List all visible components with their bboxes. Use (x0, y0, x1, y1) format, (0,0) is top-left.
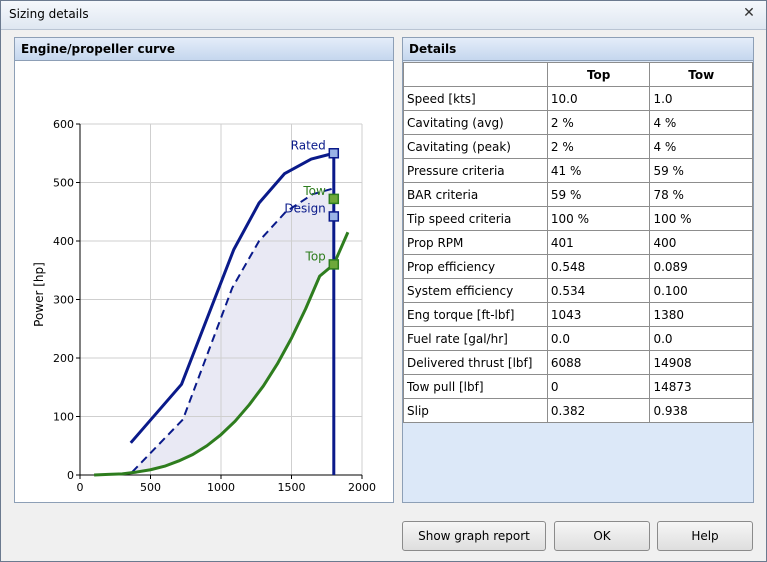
row-tow-value: 400 (649, 230, 753, 255)
row-parameter-name: Delivered thrust [lbf] (403, 350, 548, 375)
row-parameter-name: Speed [kts] (403, 86, 548, 111)
row-parameter-name: Prop RPM (403, 230, 548, 255)
row-tow-value: 4 % (649, 134, 753, 159)
chart-panel: Engine/propeller curve 0 500 1000 1500 2000 0… (14, 37, 394, 503)
row-parameter-name: Cavitating (peak) (403, 134, 548, 159)
row-tow-value: 1.0 (649, 86, 753, 111)
details-table: Top Tow Speed [kts] 10.0 1.0 Cavitating (av… (403, 62, 753, 423)
marker-tow (328, 193, 340, 205)
row-top-value: 1043 (546, 302, 651, 327)
column-header-tow: Tow (649, 62, 753, 87)
table-row: BAR criteria 59 % 78 % (403, 182, 753, 207)
column-header-top: Top (546, 62, 651, 87)
row-tow-value: 14908 (649, 350, 753, 375)
ok-button[interactable]: OK (554, 521, 650, 551)
marker-rated (328, 148, 340, 159)
title-bar: Sizing details ✕ (1, 1, 766, 30)
marker-label: Rated (291, 138, 326, 152)
row-parameter-name: Cavitating (avg) (403, 110, 548, 135)
row-tow-value: 0.0 (649, 326, 753, 351)
row-top-value: 41 % (546, 158, 651, 183)
sizing-details-window: Sizing details ✕ Engine/propeller curve … (0, 0, 767, 562)
row-parameter-name: Pressure criteria (403, 158, 548, 183)
row-top-value: 6088 (546, 350, 651, 375)
row-top-value: 59 % (546, 182, 651, 207)
row-top-value: 2 % (546, 134, 651, 159)
table-row: Delivered thrust [lbf] 6088 14908 (403, 350, 753, 375)
x-tick-label: 2000 (348, 481, 376, 494)
row-top-value: 10.0 (546, 86, 651, 111)
table-row: Eng torque [ft-lbf] 1043 1380 (403, 302, 753, 327)
table-row: Slip 0.382 0.938 (403, 398, 753, 423)
x-tick-label: 0 (77, 481, 84, 494)
row-tow-value: 0.100 (649, 278, 753, 303)
row-top-value: 0.0 (546, 326, 651, 351)
table-row: Tip speed criteria 100 % 100 % (403, 206, 753, 231)
details-panel-title: Details (403, 38, 753, 61)
y-tick-label: 0 (67, 469, 74, 482)
row-parameter-name: Slip (403, 398, 548, 423)
marker-top (328, 259, 340, 270)
row-tow-value: 59 % (649, 158, 753, 183)
show-graph-report-button[interactable]: Show graph report (402, 521, 546, 551)
y-tick-label: 400 (53, 235, 74, 248)
row-tow-value: 0.938 (649, 398, 753, 423)
row-tow-value: 78 % (649, 182, 753, 207)
table-header-row: Top Tow (403, 62, 753, 87)
row-tow-value: 0.089 (649, 254, 753, 279)
table-row: Pressure criteria 41 % 59 % (403, 158, 753, 183)
row-parameter-name: Tip speed criteria (403, 206, 548, 231)
marker-label: Design (284, 201, 325, 215)
row-tow-value: 4 % (649, 110, 753, 135)
close-icon[interactable]: ✕ (740, 4, 758, 22)
marker-label: Tow (302, 184, 326, 198)
column-header-parameter (403, 62, 548, 87)
row-tow-value: 100 % (649, 206, 753, 231)
row-top-value: 0.382 (546, 398, 651, 423)
row-top-value: 2 % (546, 110, 651, 135)
x-tick-label: 1000 (207, 481, 235, 494)
row-top-value: 0.534 (546, 278, 651, 303)
row-parameter-name: Tow pull [lbf] (403, 374, 548, 399)
table-row: Cavitating (avg) 2 % 4 % (403, 110, 753, 135)
help-button[interactable]: Help (657, 521, 753, 551)
marker-design (328, 211, 340, 222)
table-row: Speed [kts] 10.0 1.0 (403, 86, 753, 111)
row-parameter-name: BAR criteria (403, 182, 548, 207)
row-parameter-name: Fuel rate [gal/hr] (403, 326, 548, 351)
table-row: Cavitating (peak) 2 % 4 % (403, 134, 753, 159)
table-row: Prop efficiency 0.548 0.089 (403, 254, 753, 279)
marker-label: Top (305, 249, 326, 263)
x-tick-label: 1500 (278, 481, 306, 494)
row-top-value: 401 (546, 230, 651, 255)
row-top-value: 100 % (546, 206, 651, 231)
x-tick-label: 500 (140, 481, 161, 494)
row-tow-value: 1380 (649, 302, 753, 327)
chart-panel-title: Engine/propeller curve (15, 38, 393, 61)
y-tick-label: 100 (53, 411, 74, 424)
table-row: System efficiency 0.534 0.100 (403, 278, 753, 303)
table-row: Prop RPM 401 400 (403, 230, 753, 255)
row-parameter-name: System efficiency (403, 278, 548, 303)
y-tick-label: 200 (53, 352, 74, 365)
y-tick-label: 600 (53, 118, 74, 131)
y-tick-label: 500 (53, 177, 74, 190)
y-tick-label: 300 (53, 294, 74, 307)
row-tow-value: 14873 (649, 374, 753, 399)
row-top-value: 0.548 (546, 254, 651, 279)
row-parameter-name: Prop efficiency (403, 254, 548, 279)
details-panel: Details Top Tow Speed [kts] 10.0 1.0 Cavita… (402, 37, 754, 503)
row-parameter-name: Eng torque [ft-lbf] (403, 302, 548, 327)
engine-propeller-chart: 05001000150020000100200300400500600RPMPo… (32, 118, 376, 494)
table-row: Tow pull [lbf] 0 14873 (403, 374, 753, 399)
window-title: Sizing details (9, 7, 89, 21)
row-top-value: 0 (546, 374, 651, 399)
table-row: Fuel rate [gal/hr] 0.0 0.0 (403, 326, 753, 351)
y-axis-label: Power [hp] (32, 262, 46, 327)
